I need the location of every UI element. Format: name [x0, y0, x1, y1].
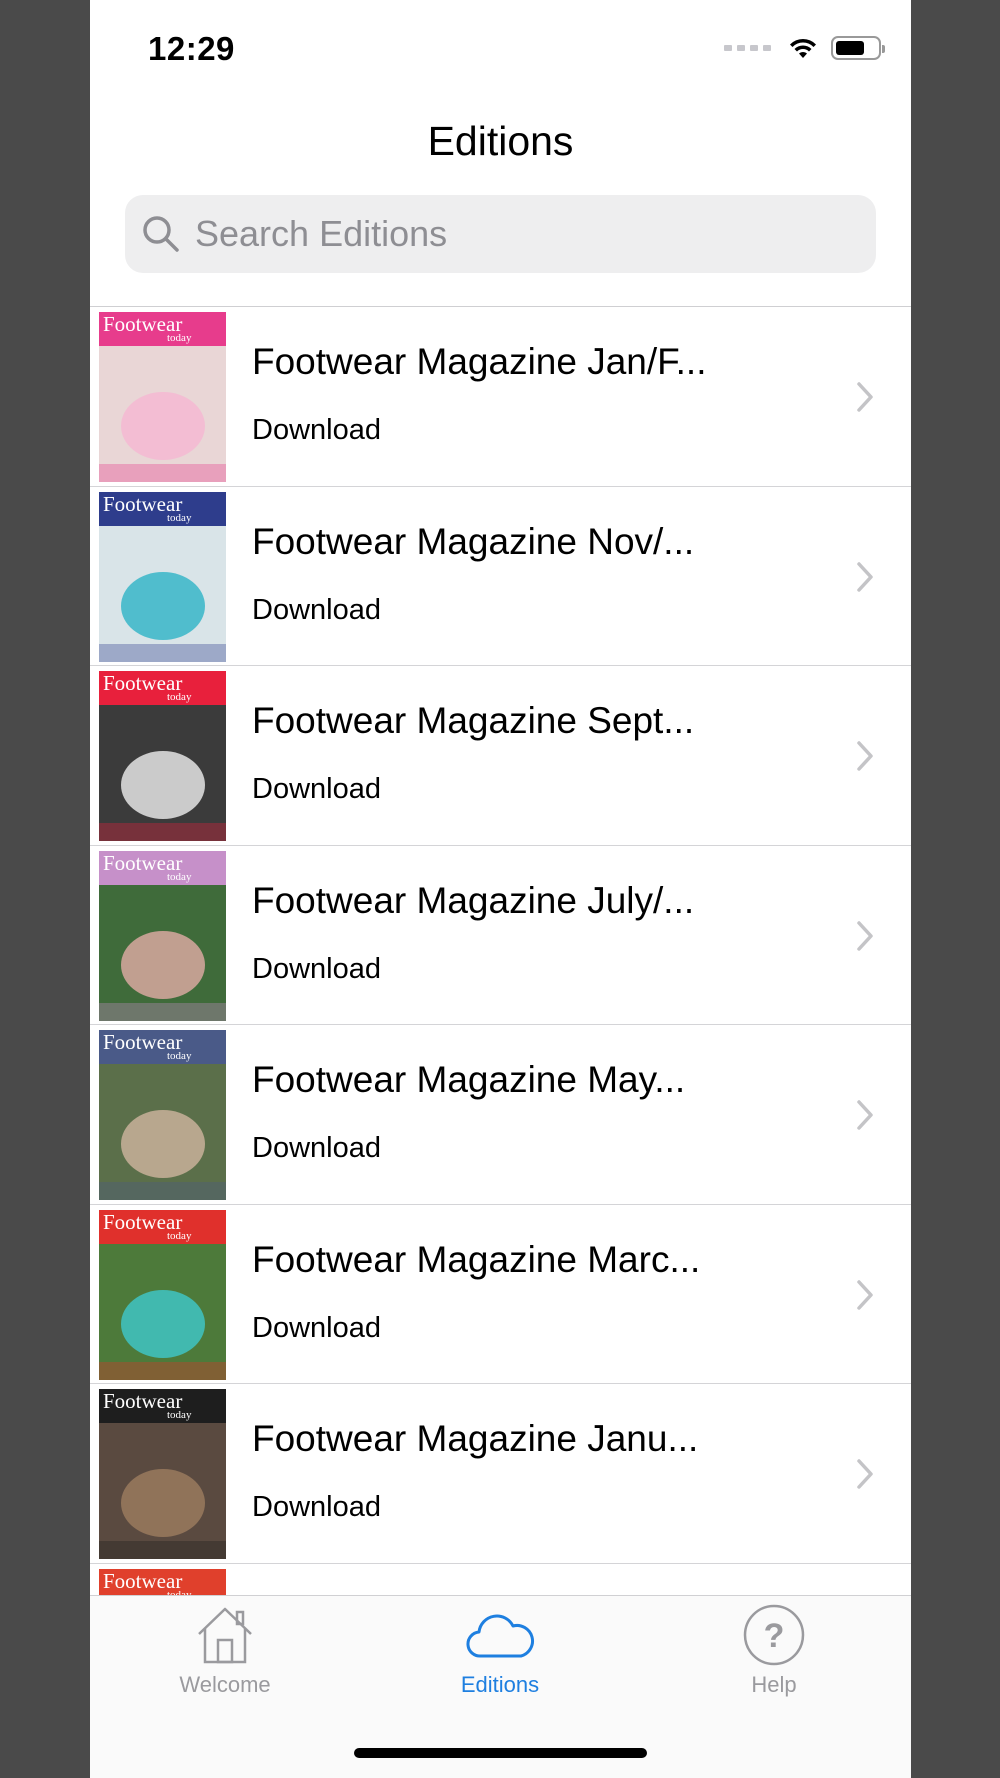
edition-download-label[interactable]: Download [252, 594, 381, 627]
cover-photo [99, 1289, 226, 1380]
edition-row[interactable]: Footwear today Footwear Magazine Janu... Do… [90, 1384, 911, 1564]
cover-masthead-sub: today [167, 332, 192, 344]
cover-photo [99, 751, 226, 841]
edition-row[interactable]: Footwear today Footwear Magazine July/... D… [90, 846, 911, 1025]
chevron-right-icon [857, 1100, 873, 1130]
app-screen: 12:29 Editions Footweartoday Footwear Mag… [90, 0, 911, 1778]
edition-title: Footwear Magazine July/... [252, 879, 695, 921]
search-bar[interactable] [125, 195, 876, 273]
edition-download-label[interactable]: Download [252, 953, 381, 986]
home-indicator [354, 1748, 647, 1758]
edition-row[interactable]: Footwear today Footwear Magazine Jan/F... D… [90, 307, 911, 487]
chevron-right-icon [857, 382, 873, 412]
cover-photo [99, 930, 226, 1021]
edition-title: Footwear Magazine Sept... [252, 700, 695, 741]
status-bar: 12:29 [90, 0, 911, 100]
edition-download-label[interactable]: Download [252, 1491, 381, 1524]
edition-row[interactable]: Footwear today Footwear Magazine Marc... Do… [90, 1205, 911, 1384]
chevron-right-icon [857, 1459, 873, 1489]
chevron-right-icon [857, 920, 873, 951]
chevron-right-icon [857, 1279, 873, 1310]
help-icon: ? [743, 1604, 805, 1666]
page-title: Editions [427, 118, 574, 164]
edition-cover-image: Footwear today [99, 1389, 226, 1559]
edition-cover-image: Footwear today [99, 850, 226, 1021]
edition-cover-image: Footwear today [99, 312, 226, 482]
edition-title: Footwear Magazine Janu... [252, 1418, 699, 1459]
edition-title: Footwear Magazine May... [252, 1059, 686, 1100]
cover-masthead-sub: today [167, 691, 192, 703]
edition-title: Footwear Magazine Marc... [252, 1238, 701, 1280]
edition-cover-image: Footwear today [99, 671, 226, 841]
cover-photo [99, 571, 226, 662]
cover-masthead-sub: today [167, 1229, 192, 1242]
edition-row[interactable]: Footwear today Footwear Magazine May... Dow… [90, 1025, 911, 1205]
search-icon [143, 216, 179, 252]
svg-text:?: ? [764, 1617, 785, 1655]
editions-list: Footwear today Footwear Magazine Jan/F... D… [90, 306, 911, 1596]
edition-download-label[interactable]: Download [252, 1312, 381, 1345]
tab-welcome-label: Welcome [179, 1672, 271, 1697]
home-icon [198, 1607, 252, 1664]
edition-cover-image: Footwear today [99, 1030, 226, 1200]
edition-download-label[interactable]: Download [252, 773, 381, 806]
status-icons [724, 36, 885, 60]
tab-editions[interactable]: Editions [400, 1604, 600, 1698]
cover-photo [99, 392, 226, 482]
battery-icon [831, 36, 885, 60]
tab-welcome[interactable]: Welcome [125, 1604, 325, 1698]
edition-title: Footwear Magazine Nov/... [252, 520, 695, 562]
edition-cover-image: Footwear today [99, 1209, 226, 1380]
edition-cover-image: Footwear today [99, 1568, 226, 1596]
chevron-right-icon [857, 561, 873, 592]
tab-help[interactable]: ? Help [674, 1604, 874, 1698]
cloud-icon [466, 1614, 534, 1658]
status-time: 12:29 [148, 30, 235, 67]
search-input[interactable] [195, 213, 795, 255]
cover-photo [99, 1469, 226, 1559]
edition-cover-image: Footwear today [99, 491, 226, 662]
wifi-icon [790, 38, 816, 58]
tab-help-label: Help [751, 1672, 797, 1697]
edition-download-label[interactable]: Download [252, 414, 381, 447]
cover-masthead-sub: today [167, 511, 192, 524]
edition-row[interactable]: Footwear today [90, 1564, 911, 1596]
cover-masthead-sub: today [167, 1050, 192, 1062]
edition-title: Footwear Magazine Jan/F... [252, 341, 707, 382]
cover-masthead-sub: today [167, 870, 192, 883]
edition-row[interactable]: Footwear today Footwear Magazine Sept... Do… [90, 666, 911, 846]
cover-photo [99, 1110, 226, 1200]
cellular-signal-icon [724, 45, 771, 51]
edition-download-label[interactable]: Download [252, 1132, 381, 1165]
chevron-right-icon [857, 741, 873, 771]
tab-editions-label: Editions [460, 1672, 540, 1697]
cover-masthead-sub: today [167, 1409, 192, 1421]
edition-row[interactable]: Footwear today Footwear Magazine Nov/... Do… [90, 487, 911, 666]
